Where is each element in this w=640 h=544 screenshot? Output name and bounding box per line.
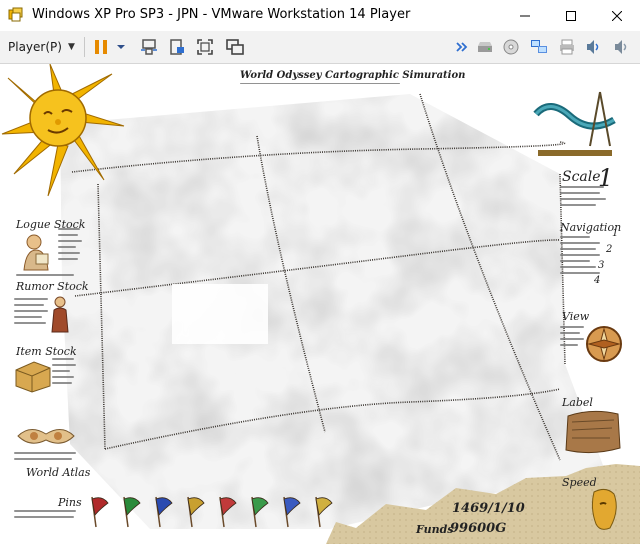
more-devices-icon[interactable]	[456, 38, 468, 56]
fullscreen-icon[interactable]	[196, 38, 214, 56]
suspend-icon[interactable]	[168, 38, 186, 56]
maximize-icon	[566, 10, 576, 21]
scale-label: Scale	[562, 169, 601, 185]
pins-text	[14, 510, 78, 522]
send-ctrl-alt-del-icon[interactable]	[140, 38, 158, 56]
title-bar[interactable]: Windows XP Pro SP3 - JPN - VMware Workst…	[0, 0, 640, 32]
window-title: Windows XP Pro SP3 - JPN - VMware Workst…	[32, 7, 411, 22]
player-menu-label: Player(P)	[8, 40, 62, 54]
unity-icon[interactable]	[226, 38, 244, 56]
close-icon	[612, 10, 622, 21]
printer-icon[interactable]	[558, 38, 576, 56]
hard-disk-icon[interactable]	[476, 38, 494, 56]
compass-emblem	[533, 91, 616, 156]
rumor-stock-label[interactable]: Rumor Stock	[16, 280, 89, 293]
view-label: View	[562, 310, 590, 323]
pin-flag-7[interactable]	[278, 495, 304, 529]
chevron-down-icon: ▼	[67, 42, 75, 52]
game-screen[interactable]: World Odyssey Cartographic Simuration Lo…	[0, 64, 640, 544]
label-scroll-icon[interactable]	[562, 408, 624, 456]
world-atlas-icon[interactable]	[14, 422, 78, 450]
speed-mask-icon[interactable]	[588, 488, 620, 532]
vmware-icon	[8, 7, 23, 22]
item-stock-icon[interactable]	[14, 360, 52, 394]
network-icon[interactable]	[530, 38, 548, 56]
audio-icon[interactable]	[612, 38, 630, 56]
funds-value: 99600G	[450, 521, 507, 536]
game-date: 1469/1/10	[452, 501, 525, 516]
pause-icon[interactable]	[92, 38, 110, 56]
title-caption	[240, 83, 400, 88]
cd-drive-icon[interactable]	[502, 38, 520, 56]
pin-flag-4[interactable]	[182, 495, 208, 529]
funds-label: Funds	[416, 523, 454, 536]
pin-flag-5[interactable]	[214, 495, 240, 529]
minimize-icon	[520, 15, 530, 16]
world-atlas-label[interactable]: World Atlas	[26, 466, 90, 479]
navigation-text	[560, 236, 604, 278]
pin-flag-1[interactable]	[86, 495, 112, 529]
rumor-stock-icon[interactable]	[48, 296, 72, 334]
toolbar-divider	[84, 37, 85, 57]
logue-stock-icon[interactable]	[16, 232, 56, 272]
item-stock-text	[52, 358, 76, 388]
world-atlas-text	[14, 452, 78, 464]
item-stock-label[interactable]: Item Stock	[16, 345, 77, 358]
rumor-stock-text	[14, 298, 50, 328]
game-title: World Odyssey Cartographic Simuration	[240, 70, 466, 81]
view-text	[560, 326, 586, 350]
compass-icon[interactable]	[584, 324, 624, 364]
chevron-down-icon[interactable]	[116, 38, 126, 56]
scale-text	[560, 186, 610, 210]
pin-flag-3[interactable]	[150, 495, 176, 529]
pins-label: Pins	[58, 496, 82, 509]
nav-number-2[interactable]: 2	[606, 244, 612, 255]
sound-icon[interactable]	[584, 38, 602, 56]
sun-emblem	[1, 64, 125, 197]
close-button[interactable]	[594, 0, 640, 31]
pin-flag-6[interactable]	[246, 495, 272, 529]
vmware-toolbar: Player(P) ▼	[0, 31, 640, 64]
logue-stock-text	[58, 228, 82, 264]
minimize-button[interactable]	[502, 0, 548, 31]
nav-number-1[interactable]: 1	[612, 228, 618, 239]
player-menu[interactable]: Player(P) ▼	[8, 38, 75, 56]
pin-flag-2[interactable]	[118, 495, 144, 529]
maximize-button[interactable]	[548, 0, 594, 31]
